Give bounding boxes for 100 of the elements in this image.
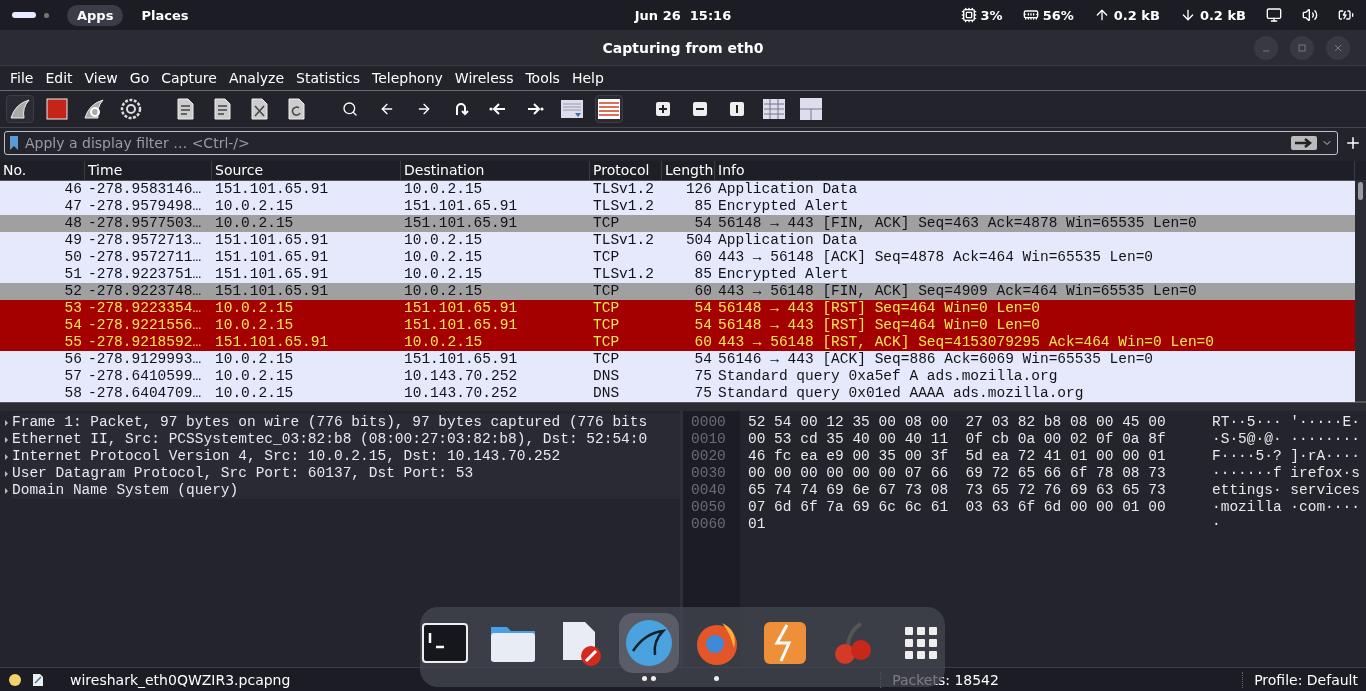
table-cell-text: 54 <box>693 215 713 232</box>
profile-label[interactable]: Profile: Default <box>1254 671 1358 688</box>
table-cell-text: 56148 → 443 [RST] Seq=464 Win=0 Len=0 <box>717 317 1041 334</box>
add-filter-button[interactable] <box>1344 134 1362 152</box>
table-cell-text: 55 <box>63 334 83 351</box>
table-cell-text: 151.101.65.91 <box>214 249 330 266</box>
scrollbar-thumb[interactable] <box>1358 182 1363 200</box>
packet-row[interactable]: 54 -278.9221556… 10.0.2.15 151.101.65.91 TCP 54 56148 → 443 [RST] Seq=464 Win=0 Len=0 <box>0 317 1355 334</box>
menu-item[interactable]: Telephony <box>372 70 443 86</box>
packet-row[interactable]: 58 -278.6404709… 10.0.2.15 10.143.70.252 DNS 75 Standard query 0x01ed AAAA ads.mozilla.org <box>0 385 1355 402</box>
offset-label: 0050 <box>690 499 727 516</box>
table-cell-text: 151.101.65.91 <box>403 215 519 232</box>
workspace-dot[interactable] <box>44 12 49 18</box>
table-cell-text: 54 <box>693 317 713 334</box>
column-header[interactable]: Time <box>85 161 212 180</box>
menu-item[interactable]: Statistics <box>296 70 361 86</box>
table-cell-text: -278.9129993… <box>87 351 203 368</box>
menu-item[interactable]: View <box>84 70 118 86</box>
table-cell-text: 58 <box>63 385 83 402</box>
tree-item[interactable]: Frame 1: Packet, 97 bytes on wire (776 bits), 97 bytes captured (776 bits <box>12 414 680 431</box>
network-icon[interactable] <box>1266 7 1282 23</box>
packet-row[interactable]: 51 -278.9223751… 151.101.65.91 10.0.2.15 TLSv1.2 85 Encrypted Alert <box>0 266 1355 283</box>
edit-comment-icon[interactable] <box>32 672 44 687</box>
table-cell-text: 443 → 56148 [ACK] Seq=4878 Ack=464 Win=65535 Len=0 <box>717 249 1155 266</box>
clock[interactable]: Jun 26 15:16 <box>459 7 907 23</box>
column-header[interactable]: Length <box>662 161 715 180</box>
packet-row[interactable]: 47 -278.9579498… 10.0.2.15 151.101.65.91 TLSv1.2 85 Encrypted Alert <box>0 198 1355 215</box>
menu-item[interactable]: Help <box>571 70 604 86</box>
tree-item[interactable]: Ethernet II, Src: PCSSystemtec_03:82:b8 (08:00:27:03:82:b8), Dst: 52:54:0 <box>12 431 680 448</box>
table-cell-text: 50 <box>63 249 83 266</box>
pane-splitter[interactable] <box>0 401 1366 411</box>
menu-item[interactable]: Go <box>129 70 150 86</box>
hex-bytes: 00 00 00 00 00 00 07 66 69 72 65 66 6f 78 08 73 <box>748 465 1167 482</box>
volume-icon[interactable] <box>1302 7 1318 23</box>
ascii-text: ·mozilla ·com···· <box>1212 499 1360 516</box>
table-cell-text: 443 → 56148 [RST, ACK] Seq=4153079295 Ack=464 Win=0 Len=0 <box>717 334 1215 351</box>
document-icon <box>211 98 233 120</box>
menu-item[interactable]: File <box>10 70 34 86</box>
filter-bar[interactable]: Apply a display filter … <Ctrl-/> <box>4 131 1338 155</box>
workspace-indicator[interactable] <box>12 12 36 18</box>
lightning-icon <box>762 621 807 665</box>
column-header[interactable]: Source <box>212 161 401 180</box>
table-cell-text: 53 <box>63 300 83 317</box>
stop-capture-button[interactable] <box>43 95 71 123</box>
packet-row[interactable]: 49 -278.9572713… 151.101.65.91 10.0.2.15 TLSv1.2 504 Application Data <box>0 232 1355 249</box>
colorize-button[interactable] <box>595 95 623 123</box>
table-cell-text: 151.101.65.91 <box>403 317 519 334</box>
wireshark-launcher[interactable] <box>618 613 679 673</box>
table-cell-text: -278.9583146… <box>87 181 203 198</box>
tree-item[interactable]: User Datagram Protocol, Src Port: 60137, Dst Port: 53 <box>12 465 680 482</box>
column-header[interactable]: Protocol <box>590 161 662 180</box>
hex-bytes: 00 53 cd 35 40 00 40 11 0f cb 0a 00 02 0f 0a 8f <box>748 431 1167 448</box>
packet-row[interactable]: 56 -278.9129993… 10.0.2.15 151.101.65.91 TCP 54 56146 → 443 [ACK] Seq=886 Ack=6069 Win=65535 Len=0 <box>0 351 1355 368</box>
indicator-value: 0.2 kB <box>1199 7 1246 23</box>
table-cell-text: Standard query 0x01ed AAAA ads.mozilla.org <box>717 385 1085 402</box>
table-cell-text: TLSv1.2 <box>592 181 655 198</box>
table-cell-text: 85 <box>693 266 713 283</box>
close-file-icon <box>248 98 270 120</box>
menu-item[interactable]: Tools <box>525 70 560 86</box>
packet-row[interactable]: 46 -278.9583146… 151.101.65.91 10.0.2.15 TLSv1.2 126 Application Data <box>0 181 1355 198</box>
column-header[interactable]: Info <box>715 161 1355 180</box>
menu-item[interactable]: Edit <box>45 70 73 86</box>
packet-row[interactable]: 55 -278.9218592… 151.101.65.91 10.0.2.15 TCP 60 443 → 56148 [RST, ACK] Seq=4153079295 Ack=464 Win=0 Len=0 <box>0 334 1355 351</box>
tree-item[interactable]: Internet Protocol Version 4, Src: 10.0.2.15, Dst: 10.143.70.252 <box>12 448 680 465</box>
colorize-icon <box>598 98 620 120</box>
app-grid-icon <box>904 627 937 659</box>
shark-fin-icon <box>624 619 673 667</box>
battery-icon[interactable] <box>1338 7 1354 23</box>
hex-bytes: 65 74 74 69 6e 67 73 08 73 65 72 76 69 63 65 73 <box>748 482 1167 499</box>
table-cell-text: 151.101.65.91 <box>403 198 519 215</box>
column-header[interactable]: No. <box>0 161 85 180</box>
packet-row[interactable]: 50 -278.9572711… 151.101.65.91 10.0.2.15 TCP 60 443 → 56148 [ACK] Seq=4878 Ack=464 Win=65535 Len=0 <box>0 249 1355 266</box>
tree-item[interactable]: Domain Name System (query) <box>12 482 680 499</box>
table-cell-text: 10.0.2.15 <box>403 266 484 283</box>
top-menu[interactable]: Places <box>131 4 199 26</box>
indicator-value: 3% <box>980 7 1003 23</box>
table-cell-text: TCP <box>592 317 621 334</box>
table-cell-text: TCP <box>592 215 621 232</box>
packet-row[interactable]: 53 -278.9223354… 10.0.2.15 151.101.65.91 TCP 54 56148 → 443 [RST] Seq=464 Win=0 Len=0 <box>0 300 1355 317</box>
start-capture-button[interactable] <box>6 95 34 123</box>
layout-button[interactable] <box>797 95 825 123</box>
packet-row[interactable]: 48 -278.9577503… 10.0.2.15 151.101.65.91 TCP 54 56148 → 443 [FIN, ACK] Seq=463 Ack=4878 Win=65535 Len=0 <box>0 215 1355 232</box>
status-indicator-icon[interactable] <box>8 672 22 687</box>
top-menu[interactable]: Apps <box>67 4 124 26</box>
capture-file-name: wireshark_eth0QWZIR3.pcapng <box>70 671 291 688</box>
packet-count: Packets: 18542 <box>892 671 1000 688</box>
table-cell-text: -278.9218592… <box>87 334 203 351</box>
menu-item[interactable]: Wireless <box>454 70 514 86</box>
maximize-icon <box>1298 44 1306 52</box>
packet-row[interactable]: 52 -278.9223748… 151.101.65.91 10.0.2.15 TCP 60 443 → 56148 [FIN, ACK] Seq=4909 Ack=464 Win=65535 Len=0 <box>0 283 1355 300</box>
display-filter-field[interactable]: Apply a display filter … <Ctrl-/> <box>23 134 1287 152</box>
column-header[interactable]: Destination <box>401 161 590 180</box>
reload-file-icon <box>285 98 307 120</box>
gear-icon <box>120 98 142 120</box>
table-cell-text: 151.101.65.91 <box>214 181 330 198</box>
packet-row[interactable]: 57 -278.6410599… 10.0.2.15 10.143.70.252 DNS 75 Standard query 0xa5ef A ads.mozilla.org <box>0 368 1355 385</box>
zoom-in-icon <box>656 102 670 116</box>
menu-item[interactable]: Analyze <box>228 70 285 86</box>
menu-item[interactable]: Capture <box>161 70 217 86</box>
table-cell-text: -278.9572711… <box>87 249 203 266</box>
